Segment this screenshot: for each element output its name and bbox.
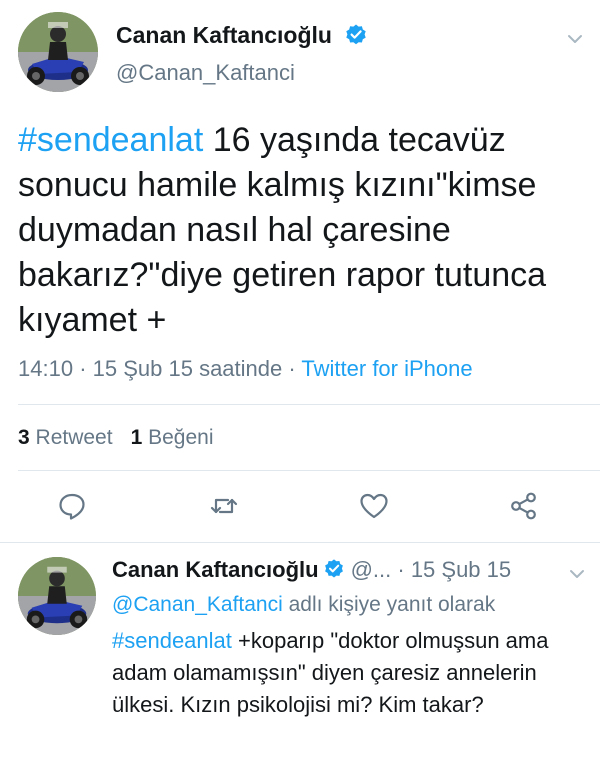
hashtag-link[interactable]: #sendeanlat	[112, 628, 232, 653]
tweet-source-link[interactable]: Twitter for iPhone	[301, 356, 472, 381]
heart-icon	[360, 493, 388, 519]
tweet-date: 15 Şub 15 saatinde	[92, 356, 283, 381]
author-name[interactable]: Canan Kaftancıoğlu	[116, 22, 368, 49]
retweet-count: 3	[18, 426, 30, 449]
like-label: Beğeni	[148, 426, 214, 449]
author-handle[interactable]: @Canan_Kaftanci	[116, 60, 295, 86]
meta-separator: ·	[391, 557, 411, 582]
chevron-down-icon[interactable]	[566, 30, 584, 48]
reply-header: Canan Kaftancıoğlu @... · 15 Şub 15	[112, 557, 511, 583]
tweet-stats: 3 Retweet 1 Beğeni	[18, 426, 214, 450]
retweet-stat[interactable]: 3 Retweet	[18, 426, 113, 449]
hashtag-link[interactable]: #sendeanlat	[18, 121, 203, 159]
avatar[interactable]	[18, 12, 98, 92]
share-icon	[511, 492, 536, 520]
share-button[interactable]	[508, 490, 540, 522]
tweet-meta: 14:10 · 15 Şub 15 saatinde · Twitter for…	[18, 356, 473, 382]
verified-badge-icon	[346, 24, 367, 45]
tweet-text: #sendeanlat 16 yaşında tecavüz sonucu ha…	[18, 118, 588, 343]
like-button[interactable]	[358, 490, 390, 522]
reply-tweet[interactable]: Canan Kaftancıoğlu @... · 15 Şub 15 @Can…	[0, 543, 600, 764]
reply-to-handle-link[interactable]: @Canan_Kaftanci	[112, 593, 283, 616]
avatar-motorcycle-image	[18, 557, 96, 635]
retweet-label: Retweet	[35, 426, 113, 449]
chevron-down-icon[interactable]	[568, 565, 586, 583]
like-stat[interactable]: 1 Beğeni	[131, 426, 214, 449]
meta-separator: ·	[79, 356, 93, 381]
divider	[18, 470, 600, 471]
meta-separator: ·	[288, 356, 302, 381]
reply-author-handle[interactable]: @...	[351, 557, 392, 582]
avatar[interactable]	[18, 557, 96, 635]
reply-icon	[59, 493, 85, 520]
reply-to-suffix: adlı kişiye yanıt olarak	[282, 593, 496, 616]
author-name-text[interactable]: Canan Kaftancıoğlu	[116, 22, 332, 48]
retweet-button[interactable]	[208, 490, 240, 522]
reply-button[interactable]	[56, 490, 88, 522]
reply-author-name[interactable]: Canan Kaftancıoğlu	[112, 557, 319, 582]
verified-badge-icon	[324, 559, 343, 578]
main-tweet: Canan Kaftancıoğlu @Canan_Kaftanci #send…	[0, 0, 600, 543]
avatar-motorcycle-image	[18, 12, 98, 92]
reply-date: 15 Şub 15	[410, 557, 512, 582]
divider	[18, 404, 600, 405]
reply-text: #sendeanlat +koparıp "doktor olmuşsun am…	[112, 625, 586, 721]
tweet-time: 14:10	[18, 356, 74, 381]
like-count: 1	[130, 426, 143, 449]
retweet-icon	[210, 498, 238, 514]
replying-to: @Canan_Kaftanci adlı kişiye yanıt olarak	[112, 593, 495, 617]
